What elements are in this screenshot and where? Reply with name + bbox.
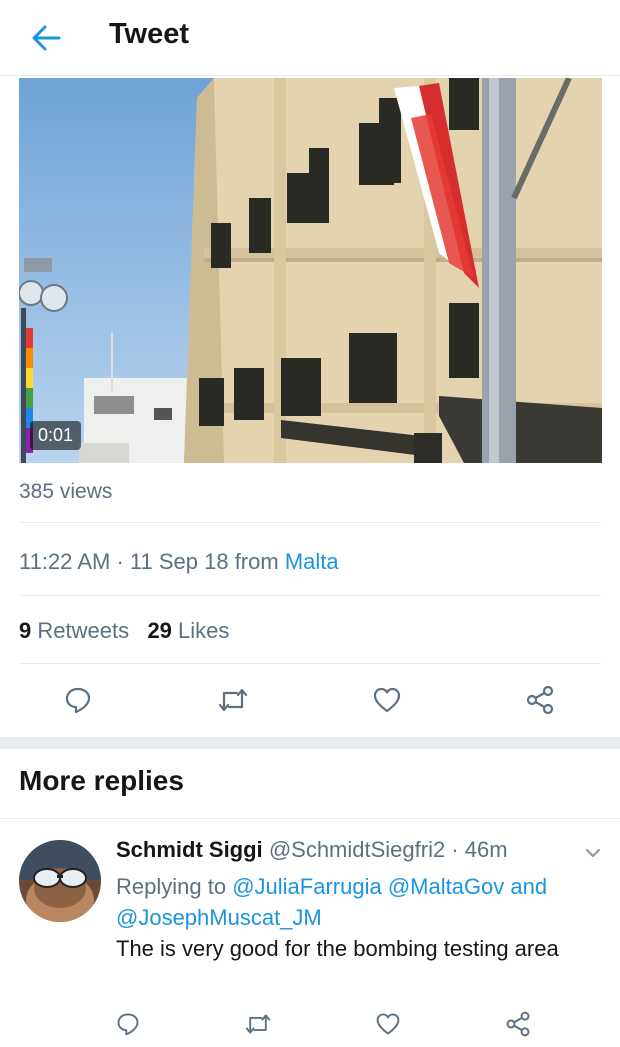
reply-retweet-button[interactable] (238, 1004, 278, 1044)
video-timecode: 0:01 (30, 421, 82, 450)
from-label: from (228, 549, 285, 574)
reply-author-name[interactable]: Schmidt Siggi (116, 837, 263, 862)
engagement-counts: 9 Retweets 29 Likes (19, 618, 229, 644)
heart-icon (376, 1013, 400, 1035)
back-button[interactable] (28, 20, 64, 56)
reply-item[interactable]: Schmidt Siggi @SchmidtSiegfri2 · 46m Rep… (0, 818, 620, 1047)
divider (19, 663, 601, 664)
replying-to: Replying to @JuliaFarrugia @MaltaGov and… (116, 871, 606, 933)
likes-link[interactable]: 29 Likes (147, 618, 229, 643)
mention-link[interactable]: @MaltaGov (388, 874, 504, 899)
chevron-down-icon (586, 849, 600, 857)
location-link[interactable]: Malta (285, 549, 339, 574)
more-replies-heading: More replies (19, 765, 184, 796)
divider (19, 595, 601, 596)
retweets-count: 9 (19, 618, 32, 643)
reply-time: 46m (464, 837, 508, 862)
reply-author-handle[interactable]: @SchmidtSiegfri2 (269, 837, 445, 862)
video-player[interactable]: 0:01 (19, 78, 602, 463)
share-icon (526, 685, 554, 715)
likes-count: 29 (147, 618, 172, 643)
retweet-icon (245, 1014, 271, 1034)
and-label: and (504, 874, 548, 899)
arrow-left-icon (32, 25, 61, 51)
mention-link[interactable]: @JosephMuscat_JM (116, 905, 322, 930)
divider (19, 522, 601, 523)
retweets-link[interactable]: 9 Retweets (19, 618, 129, 643)
reply-reply-button[interactable] (108, 1004, 148, 1044)
reply-menu-button[interactable] (583, 843, 603, 863)
likes-label: Likes (178, 618, 230, 643)
retweets-label: Retweets (37, 618, 130, 643)
mention-link[interactable]: @JuliaFarrugia (232, 874, 382, 899)
tweet-time: 11:22 AM (19, 549, 111, 574)
page-title: Tweet (109, 18, 190, 50)
reply-icon (65, 687, 91, 714)
retweet-button[interactable] (213, 680, 253, 720)
reply-icon (117, 1013, 139, 1036)
reply-like-button[interactable] (368, 1004, 408, 1044)
separator: · (445, 837, 465, 862)
tweet-date: 11 Sep 18 (129, 549, 229, 574)
reply-button[interactable] (58, 680, 98, 720)
reply-text: The is very good for the bombing testing… (116, 936, 559, 961)
video-thumbnail (19, 78, 602, 463)
like-button[interactable] (367, 680, 407, 720)
reply-share-button[interactable] (498, 1004, 538, 1044)
avatar[interactable] (19, 840, 101, 922)
heart-icon (373, 687, 401, 713)
share-icon (506, 1011, 530, 1037)
reply-header: Schmidt Siggi @SchmidtSiegfri2 · 46m (116, 837, 508, 863)
share-button[interactable] (520, 680, 560, 720)
retweet-icon (218, 688, 248, 712)
views-count: 385 views (19, 480, 113, 503)
tweet-timestamp: 11:22 AM · 11 Sep 18 from Malta (19, 549, 339, 575)
avatar-image (19, 840, 101, 922)
separator: · (110, 549, 130, 574)
section-separator (0, 737, 620, 749)
replying-prefix: Replying to (116, 874, 233, 899)
top-bar: Tweet (0, 0, 620, 76)
